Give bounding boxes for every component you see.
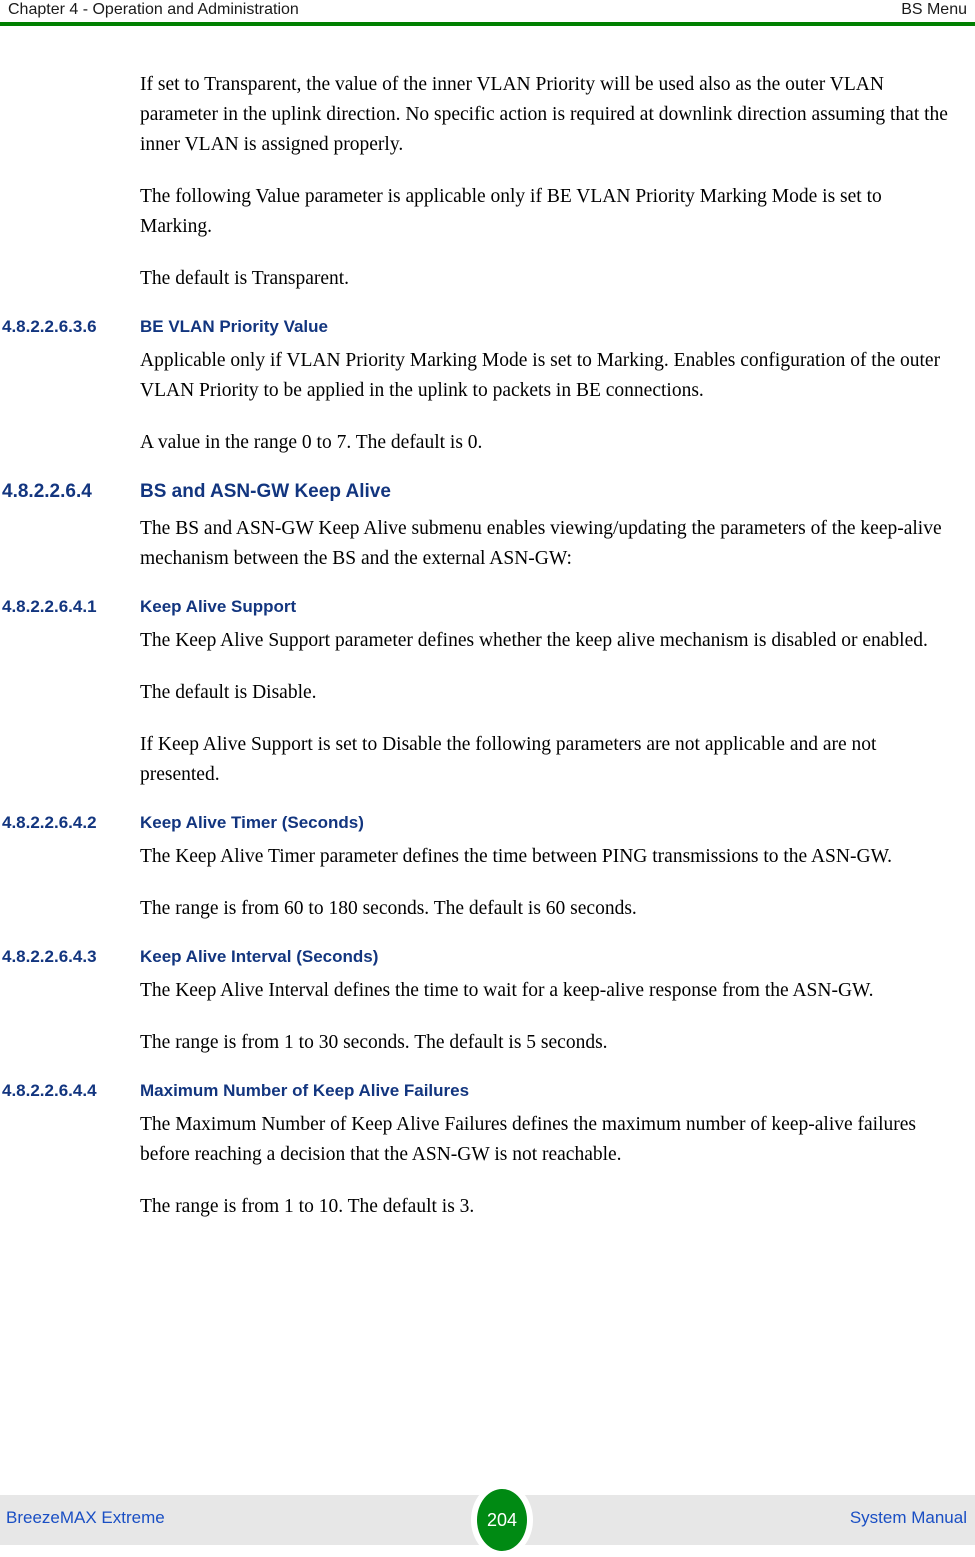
section-heading: 4.8.2.2.6.4.2 Keep Alive Timer (Seconds) (0, 812, 975, 834)
body-paragraph: The Maximum Number of Keep Alive Failure… (140, 1114, 916, 1165)
header-chapter-title: Chapter 4 - Operation and Administration (8, 1, 299, 18)
body-paragraph: The BS and ASN-GW Keep Alive submenu ena… (140, 518, 942, 569)
section-number: 4.8.2.2.6.4.1 (2, 597, 97, 616)
body-paragraph: If Keep Alive Support is set to Disable … (140, 734, 877, 785)
header-section-title: BS Menu (901, 1, 967, 18)
page-header: Chapter 4 - Operation and Administration… (0, 0, 975, 22)
footer-document-type: System Manual (849, 1508, 967, 1527)
body-paragraph: The range is from 1 to 30 seconds. The d… (140, 1032, 608, 1053)
body-paragraph: The Keep Alive Support parameter defines… (140, 630, 928, 651)
section-number: 4.8.2.2.6.3.6 (2, 317, 97, 336)
page-number-badge: 204 (477, 1489, 527, 1551)
section-title: Maximum Number of Keep Alive Failures (140, 1081, 470, 1100)
body-paragraph: Applicable only if VLAN Priority Marking… (140, 350, 941, 401)
section-title: BE VLAN Priority Value (140, 317, 328, 336)
section-title: Keep Alive Support (140, 597, 297, 616)
body-paragraph: The Keep Alive Timer parameter defines t… (140, 846, 893, 867)
section-title: Keep Alive Interval (Seconds) (140, 947, 379, 966)
page-footer: BreezeMAX Extreme 204 System Manual (0, 1483, 975, 1557)
body-paragraph: The default is Disable. (140, 682, 317, 703)
section-number: 4.8.2.2.6.4.4 (2, 1081, 97, 1100)
footer-product-name: BreezeMAX Extreme (6, 1508, 165, 1527)
document-content: If set to Transparent, the value of the … (0, 70, 975, 1244)
page-number-label: 204 (486, 1509, 518, 1530)
header-divider-rule (0, 22, 975, 26)
section-heading: 4.8.2.2.6.4 BS and ASN-GW Keep Alive (0, 480, 975, 504)
section-title: Keep Alive Timer (Seconds) (140, 813, 364, 832)
section-number: 4.8.2.2.6.4.2 (2, 813, 97, 832)
section-number: 4.8.2.2.6.4 (2, 481, 92, 502)
body-paragraph: The Keep Alive Interval defines the time… (140, 980, 874, 1001)
body-paragraph: A value in the range 0 to 7. The default… (140, 432, 483, 453)
body-paragraph: The following Value parameter is applica… (140, 186, 882, 237)
section-heading: 4.8.2.2.6.4.4 Maximum Number of Keep Aliv… (0, 1080, 975, 1102)
body-paragraph: The range is from 60 to 180 seconds. The… (140, 898, 637, 919)
body-paragraph: If set to Transparent, the value of the … (140, 74, 948, 155)
section-heading: 4.8.2.2.6.3.6 BE VLAN Priority Value (0, 316, 975, 338)
section-heading: 4.8.2.2.6.4.3 Keep Alive Interval (Second… (0, 946, 975, 968)
body-paragraph: The range is from 1 to 10. The default i… (140, 1196, 475, 1217)
body-paragraph: The default is Transparent. (140, 268, 350, 289)
section-number: 4.8.2.2.6.4.3 (2, 947, 97, 966)
section-title: BS and ASN-GW Keep Alive (140, 481, 391, 502)
section-heading: 4.8.2.2.6.4.1 Keep Alive Support (0, 596, 975, 618)
